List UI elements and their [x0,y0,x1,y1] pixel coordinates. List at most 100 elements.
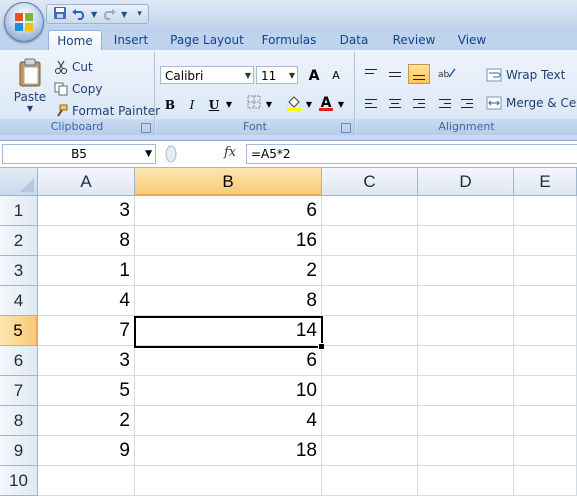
borders-button[interactable] [244,94,264,114]
cell-d8[interactable] [418,406,514,436]
cell-a2[interactable]: 8 [38,226,135,256]
fill-color-button[interactable] [284,94,304,114]
fill-color-dropdown-icon[interactable]: ▼ [304,94,314,114]
cell-e10[interactable] [514,466,577,496]
cell-d7[interactable] [418,376,514,406]
cell-c4[interactable] [322,286,418,316]
cell-b8[interactable]: 4 [135,406,322,436]
cell-a10[interactable] [38,466,135,496]
underline-button[interactable]: U [204,94,224,114]
cell-d6[interactable] [418,346,514,376]
font-name-select[interactable]: Calibri ▼ [160,66,254,84]
cell-e5[interactable] [514,316,577,346]
decrease-indent-button[interactable] [434,94,456,114]
underline-dropdown-icon[interactable]: ▼ [224,94,234,114]
cell-e2[interactable] [514,226,577,256]
cell-e9[interactable] [514,436,577,466]
fill-handle[interactable] [318,343,325,350]
cell-a5[interactable]: 7 [38,316,135,346]
cell-d3[interactable] [418,256,514,286]
cell-b4[interactable]: 8 [135,286,322,316]
name-box[interactable]: B5 ▼ [2,144,156,164]
cell-e3[interactable] [514,256,577,286]
row-header[interactable]: 10 [0,466,38,496]
wrap-text-button[interactable]: Wrap Text [486,66,565,84]
cell-e6[interactable] [514,346,577,376]
insert-function-button[interactable]: fx [224,145,236,160]
cell-e1[interactable] [514,196,577,226]
cell-d9[interactable] [418,436,514,466]
shrink-font-button[interactable]: A [326,65,346,85]
font-name-dropdown-icon[interactable]: ▼ [245,67,251,85]
clipboard-dialog-launcher[interactable] [141,123,151,133]
tab-page-layout[interactable]: Page Layout [168,30,246,50]
tab-insert[interactable]: Insert [108,30,154,50]
cell-c7[interactable] [322,376,418,406]
cell-c2[interactable] [322,226,418,256]
font-size-dropdown-icon[interactable]: ▼ [289,67,295,85]
resize-handle-icon[interactable] [164,144,178,164]
cell-d4[interactable] [418,286,514,316]
orientation-button[interactable]: ab [436,64,462,84]
customize-qat-icon[interactable]: ▾ [137,9,142,19]
cell-c3[interactable] [322,256,418,286]
cell-c5[interactable] [322,316,418,346]
cell-d10[interactable] [418,466,514,496]
row-header[interactable]: 3 [0,256,38,286]
align-left-button[interactable] [360,94,382,114]
cell-b3[interactable]: 2 [135,256,322,286]
redo-icon[interactable] [101,6,117,23]
formula-input[interactable]: =A5*2 [246,144,577,164]
bold-button[interactable]: B [160,94,180,114]
tab-formulas[interactable]: Formulas [258,30,320,50]
save-icon[interactable] [53,6,67,23]
undo-icon[interactable] [71,6,87,23]
grow-font-button[interactable]: A [304,65,324,85]
cell-a6[interactable]: 3 [38,346,135,376]
copy-button[interactable]: Copy [54,80,102,98]
cell-c9[interactable] [322,436,418,466]
cell-a3[interactable]: 1 [38,256,135,286]
align-right-button[interactable] [408,94,430,114]
row-header[interactable]: 6 [0,346,38,376]
redo-dropdown-icon[interactable]: ▼ [121,10,127,19]
cut-button[interactable]: Cut [54,58,93,76]
cell-b10[interactable] [135,466,322,496]
bottom-align-button[interactable] [408,64,430,84]
cell-b1[interactable]: 6 [135,196,322,226]
row-header[interactable]: 8 [0,406,38,436]
tab-data[interactable]: Data [334,30,374,50]
cell-a7[interactable]: 5 [38,376,135,406]
cell-a4[interactable]: 4 [38,286,135,316]
cell-d5[interactable] [418,316,514,346]
font-color-button[interactable]: A [316,92,336,112]
paste-button[interactable]: Paste ▼ [8,56,52,116]
select-all-button[interactable] [0,168,38,196]
font-color-dropdown-icon[interactable]: ▼ [336,94,346,114]
row-header[interactable]: 5 [0,316,38,346]
font-size-select[interactable]: 11 ▼ [256,66,298,84]
office-button[interactable] [4,2,44,42]
format-painter-button[interactable]: Format Painter [54,102,160,120]
merge-center-button[interactable]: Merge & Center [486,94,577,112]
cell-c10[interactable] [322,466,418,496]
top-align-button[interactable] [360,64,382,84]
cell-b9[interactable]: 18 [135,436,322,466]
column-header-d[interactable]: D [418,168,514,196]
cell-b2[interactable]: 16 [135,226,322,256]
row-header[interactable]: 7 [0,376,38,406]
column-header-b[interactable]: B [135,168,322,196]
tab-home[interactable]: Home [48,30,102,51]
cell-a9[interactable]: 9 [38,436,135,466]
borders-dropdown-icon[interactable]: ▼ [264,94,274,114]
middle-align-button[interactable] [384,64,406,84]
cell-c6[interactable] [322,346,418,376]
row-header[interactable]: 9 [0,436,38,466]
row-header[interactable]: 1 [0,196,38,226]
font-dialog-launcher[interactable] [341,123,351,133]
cell-e7[interactable] [514,376,577,406]
undo-dropdown-icon[interactable]: ▼ [91,10,97,19]
cell-a1[interactable]: 3 [38,196,135,226]
tab-review[interactable]: Review [388,30,440,50]
align-center-button[interactable] [384,94,406,114]
